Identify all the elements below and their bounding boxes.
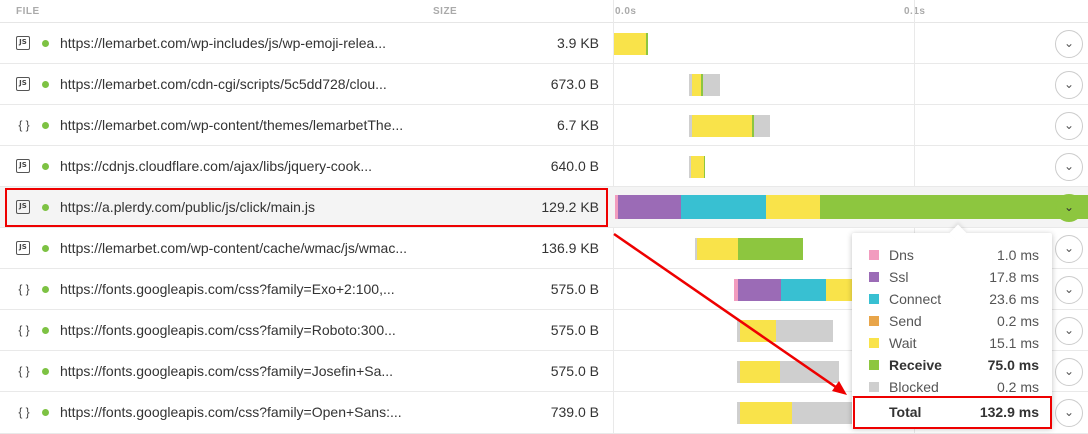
tooltip-row-receive: Receive 75.0 ms [852,355,1052,377]
tooltip-value: 23.6 ms [989,291,1039,307]
tooltip-value: 75.0 ms [987,357,1039,373]
tooltip-label: Receive [889,357,942,373]
dns-swatch [869,250,879,260]
connect-swatch [869,294,879,304]
tooltip-row-wait: Wait 15.1 ms [852,333,1052,355]
tooltip-label: Send [889,313,922,329]
blocked-swatch [869,382,879,392]
tooltip-row-send: Send 0.2 ms [852,311,1052,333]
tooltip-label: Blocked [889,379,939,395]
tooltip-value: 0.2 ms [996,379,1039,395]
tooltip-label: Dns [889,247,914,263]
tooltip-label: Connect [889,291,942,307]
tooltip-row-connect: Connect 23.6 ms [852,289,1052,311]
tooltip-value: 1.0 ms [996,247,1039,263]
send-swatch [869,316,879,326]
highlight-box-total [853,396,1052,429]
tooltip-row-ssl: Ssl 17.8 ms [852,267,1052,289]
tooltip-value: 0.2 ms [996,313,1039,329]
tooltip-value: 15.1 ms [989,335,1039,351]
tooltip-value: 17.8 ms [989,269,1039,285]
receive-swatch [869,360,879,370]
tooltip-row-dns: Dns 1.0 ms [852,245,1052,267]
ssl-swatch [869,272,879,282]
tooltip-label: Ssl [889,269,909,285]
wait-swatch [869,338,879,348]
tooltip-label: Wait [889,335,917,351]
